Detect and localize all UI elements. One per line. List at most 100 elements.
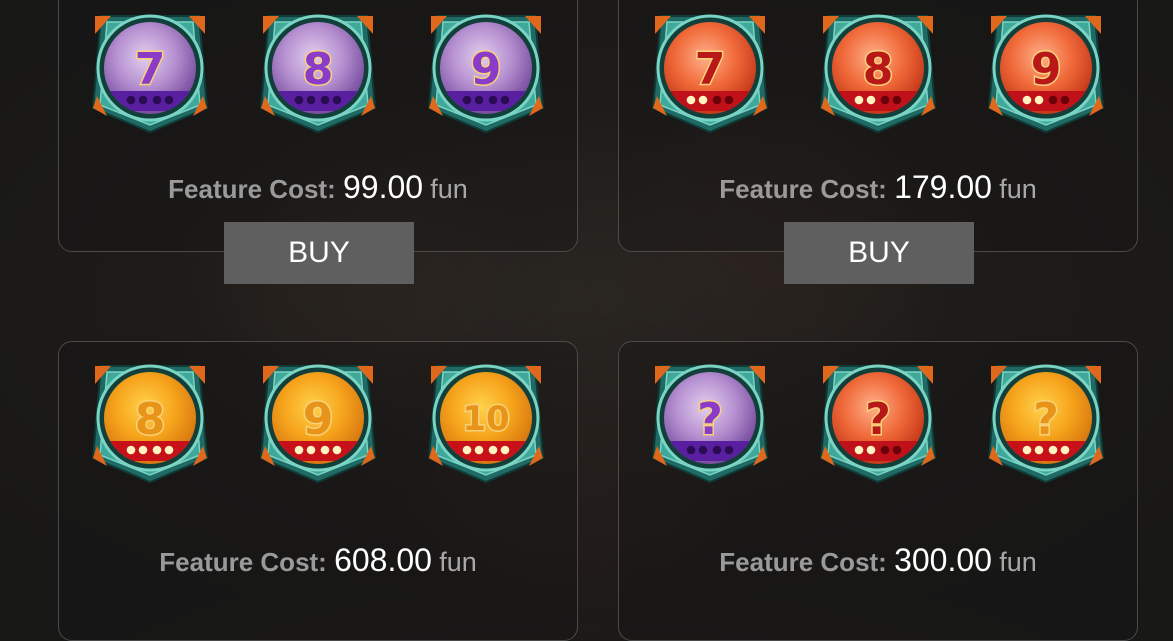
level-dot — [488, 445, 498, 455]
feature-cost: Feature Cost: 99.00 fun — [59, 169, 577, 206]
symbol-badge: 9 — [983, 8, 1109, 134]
level-dot — [500, 445, 510, 455]
symbol-badge: 10 — [423, 358, 549, 484]
level-dot — [698, 95, 708, 105]
level-dot — [892, 445, 902, 455]
symbol-icon: ? — [819, 364, 937, 484]
feature-cost-label: Feature Cost: — [719, 174, 887, 204]
level-dot — [488, 95, 498, 105]
symbol-badge: ? — [983, 358, 1109, 484]
symbol-badge: 7 — [647, 8, 773, 134]
level-dot — [138, 445, 148, 455]
level-dot — [332, 95, 342, 105]
level-dot — [1048, 445, 1058, 455]
feature-cost-value: 300.00 — [894, 542, 992, 578]
symbol-badge: 8 — [255, 8, 381, 134]
feature-card-2: 7 8 9 Feature Cost: 179.00 fun — [618, 0, 1138, 252]
symbol-icon: 8 — [259, 14, 377, 134]
symbol-glyph: ? — [697, 394, 723, 445]
level-dot — [164, 95, 174, 105]
symbol-glyph: 9 — [471, 44, 502, 95]
symbol-glyph: ? — [865, 394, 891, 445]
symbol-badge: 8 — [815, 8, 941, 134]
level-dot — [686, 445, 696, 455]
level-dot — [320, 95, 330, 105]
level-dot — [1060, 95, 1070, 105]
level-dot — [294, 95, 304, 105]
symbol-badge: 9 — [423, 8, 549, 134]
level-dot — [474, 95, 484, 105]
level-dot — [1022, 445, 1032, 455]
symbol-icon: 9 — [987, 14, 1105, 134]
symbol-badge: ? — [647, 358, 773, 484]
level-dot — [164, 445, 174, 455]
symbol-icon: ? — [987, 364, 1105, 484]
level-dot — [1034, 95, 1044, 105]
feature-card-4: ? ? ? Feature Cost: 300.00 fun — [618, 341, 1138, 641]
level-dot — [712, 445, 722, 455]
level-dot — [500, 95, 510, 105]
symbol-icon: 9 — [427, 14, 545, 134]
level-dot — [126, 95, 136, 105]
feature-card-1: 7 8 9 Feature Cost: 99.00 fun — [58, 0, 578, 252]
level-dot — [1022, 95, 1032, 105]
currency-unit: fun — [999, 547, 1037, 577]
symbol-badge: 8 — [87, 358, 213, 484]
level-dot — [866, 445, 876, 455]
feature-cost-label: Feature Cost: — [719, 547, 887, 577]
level-dot — [462, 95, 472, 105]
symbol-badge: 9 — [255, 358, 381, 484]
level-dot — [332, 445, 342, 455]
symbol-glyph: 9 — [1031, 44, 1062, 95]
feature-cost-label: Feature Cost: — [168, 174, 336, 204]
level-dot — [724, 95, 734, 105]
level-dot — [724, 445, 734, 455]
symbol-glyph: 8 — [303, 44, 334, 95]
symbol-icon: ? — [651, 364, 769, 484]
buy-button[interactable]: BUY — [224, 222, 414, 284]
symbol-icon: 10 — [427, 364, 545, 484]
feature-cost-value: 99.00 — [342, 169, 424, 205]
symbol-glyph: 9 — [303, 394, 334, 445]
currency-unit: fun — [439, 547, 477, 577]
level-dot — [854, 95, 864, 105]
feature-cost-label: Feature Cost: — [159, 547, 327, 577]
level-dot — [306, 445, 316, 455]
symbol-glyph: 7 — [135, 44, 166, 95]
level-dot — [698, 445, 708, 455]
currency-unit: fun — [999, 174, 1037, 204]
level-dot — [462, 445, 472, 455]
level-dot — [152, 95, 162, 105]
level-dot — [712, 95, 722, 105]
level-dot — [306, 95, 316, 105]
level-dot — [320, 445, 330, 455]
symbol-badge: ? — [815, 358, 941, 484]
buy-button[interactable]: BUY — [784, 222, 974, 284]
level-dot — [854, 445, 864, 455]
feature-cost: Feature Cost: 179.00 fun — [619, 169, 1137, 206]
symbol-icon: 8 — [819, 14, 937, 134]
level-dot — [138, 95, 148, 105]
level-dot — [866, 95, 876, 105]
level-dot — [474, 445, 484, 455]
symbol-icon: 8 — [91, 364, 209, 484]
symbol-icon: 7 — [91, 14, 209, 134]
level-dot — [1060, 445, 1070, 455]
level-dot — [1034, 445, 1044, 455]
level-dot — [1048, 95, 1058, 105]
feature-card-3: 8 9 10 Feature Cost: 608.00 fun — [58, 341, 578, 641]
level-dot — [294, 445, 304, 455]
level-dot — [880, 445, 890, 455]
feature-cost: Feature Cost: 300.00 fun — [619, 542, 1137, 579]
currency-unit: fun — [430, 174, 468, 204]
symbol-glyph: 8 — [863, 44, 894, 95]
symbol-glyph: ? — [1033, 394, 1059, 445]
feature-cost: Feature Cost: 608.00 fun — [59, 542, 577, 579]
level-dot — [126, 445, 136, 455]
symbol-badge: 7 — [87, 8, 213, 134]
level-dot — [152, 445, 162, 455]
symbol-glyph: 7 — [695, 44, 726, 95]
symbol-glyph: 10 — [462, 399, 509, 439]
feature-cost-value: 608.00 — [334, 542, 432, 578]
feature-cost-value: 179.00 — [894, 169, 992, 205]
